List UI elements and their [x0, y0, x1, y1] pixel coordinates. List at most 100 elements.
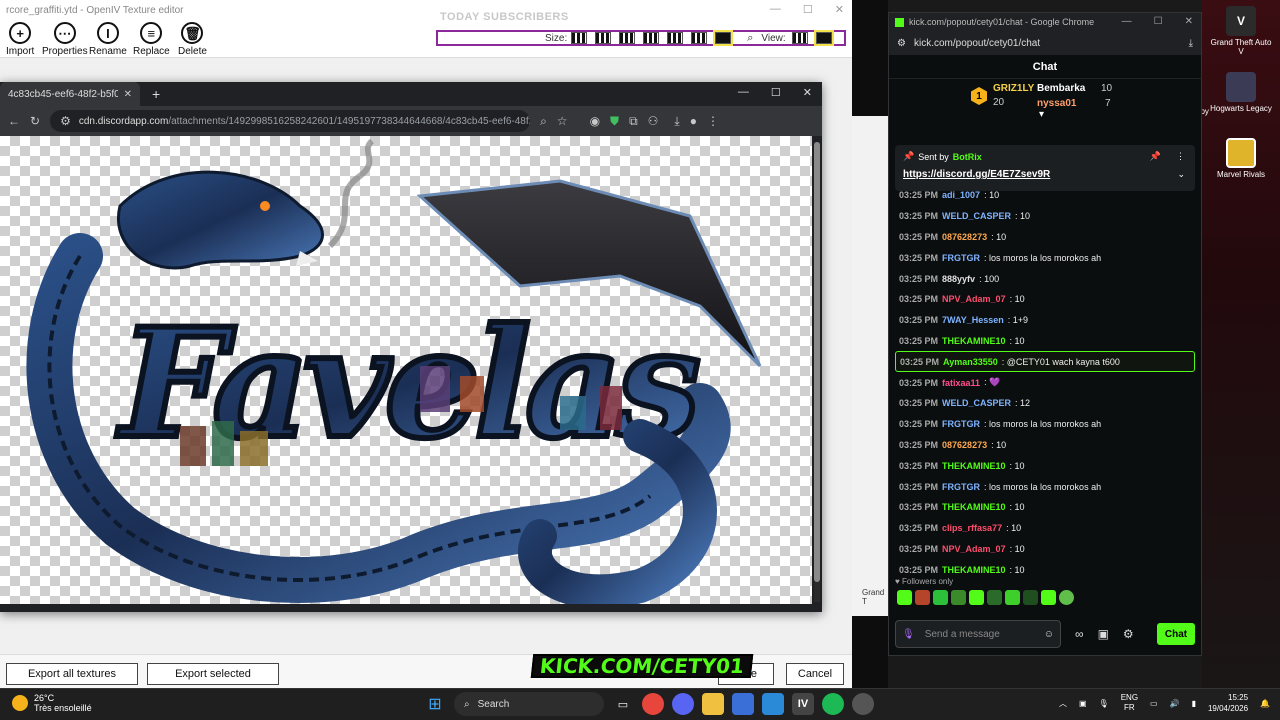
task-view-icon[interactable]: ▭ — [612, 693, 634, 715]
search-icon[interactable]: ⌕ — [747, 32, 753, 45]
extension-icon[interactable]: ◉ — [590, 114, 600, 128]
microphone-icon[interactable]: 🎙 — [902, 629, 915, 640]
volume-icon[interactable]: 🔊 — [1170, 699, 1180, 708]
expand-leaderboard-icon[interactable]: ▾ — [1039, 109, 1044, 120]
clock[interactable]: 15:25 19/04/2026 — [1208, 692, 1248, 714]
chevron-up-icon[interactable]: ︿ — [1059, 698, 1067, 709]
replace-button[interactable]: ≡ Replace — [133, 22, 170, 57]
battery-icon[interactable]: ▮ — [1192, 699, 1196, 708]
photos-icon[interactable] — [762, 693, 784, 715]
message-username[interactable]: 7WAY_Hessen — [942, 315, 1004, 325]
minimize-icon[interactable]: — — [1122, 16, 1132, 27]
pinned-menu-icon[interactable]: ⋮ — [1176, 151, 1185, 162]
properties-button[interactable]: ⋯ Properties — [42, 22, 88, 57]
bookmark-star-icon[interactable]: ☆ — [557, 114, 568, 128]
microphone-icon[interactable]: 🎙 — [1099, 699, 1109, 708]
chat-input[interactable]: 🎙 Send a message ☺ — [895, 620, 1061, 648]
desktop-icon-marvel-rivals[interactable]: Marvel Rivals — [1208, 138, 1274, 179]
menu-kebab-icon[interactable]: ⋮ — [707, 114, 719, 128]
discord-icon[interactable] — [672, 693, 694, 715]
size-option-6[interactable] — [691, 32, 708, 44]
pinned-discord-link[interactable]: https://discord.gg/E4E7Zsev9R — [903, 169, 1050, 180]
weather-widget[interactable]: 26°C Très ensoleillé — [12, 693, 92, 713]
maximize-icon[interactable]: ☐ — [803, 3, 813, 16]
scrollbar-thumb[interactable] — [814, 142, 820, 582]
emote-icon[interactable] — [933, 590, 948, 605]
emote-icon[interactable] — [897, 590, 912, 605]
emote-icon[interactable] — [915, 590, 930, 605]
size-option-4[interactable] — [643, 32, 660, 44]
message-username[interactable]: fatixaa11 — [942, 378, 980, 388]
minimize-icon[interactable]: — — [770, 3, 781, 16]
size-option-7[interactable] — [715, 32, 732, 44]
pin-toggle-icon[interactable]: 📌 — [1150, 151, 1161, 162]
settings-gear-icon[interactable]: ⚙ — [1123, 627, 1134, 641]
emote-icon[interactable] — [969, 590, 984, 605]
vscode-icon[interactable] — [732, 693, 754, 715]
delete-button[interactable]: 🗑 Delete — [178, 22, 207, 57]
app-icon[interactable] — [852, 693, 874, 715]
download-icon[interactable]: ⤓ — [674, 114, 679, 129]
message-username[interactable]: clips_rffasa77 — [942, 523, 1002, 533]
message-username[interactable]: Ayman33550 — [943, 357, 998, 367]
message-username[interactable]: adi_1007 — [942, 190, 980, 200]
new-tab-icon[interactable]: + — [152, 86, 160, 102]
size-option-3[interactable] — [619, 32, 636, 44]
site-info-icon[interactable]: ⚙ — [60, 114, 71, 128]
close-icon[interactable]: ✕ — [803, 86, 812, 99]
image-vertical-scrollbar[interactable] — [814, 142, 820, 602]
image-tab[interactable]: 4c83cb45-eef6-48f2-b5f0-794 ✕ — [0, 82, 140, 106]
message-username[interactable]: FRGTGR — [942, 419, 980, 429]
download-icon[interactable]: ⤓ — [1189, 38, 1193, 49]
emote-icon[interactable] — [1041, 590, 1056, 605]
close-tab-icon[interactable]: ✕ — [124, 89, 132, 100]
emote-icon[interactable] — [951, 590, 966, 605]
kick-url[interactable]: kick.com/popout/cety01/chat — [914, 38, 1181, 49]
cancel-button[interactable]: Cancel — [786, 663, 844, 685]
incognito-icon[interactable]: ⚇ — [648, 114, 659, 128]
size-option-5[interactable] — [667, 32, 684, 44]
profile-icon[interactable]: ● — [690, 114, 697, 128]
message-username[interactable]: THEKAMINE10 — [942, 461, 1006, 471]
export-selected-button[interactable]: Export selected — [147, 663, 279, 685]
spotify-icon[interactable] — [822, 693, 844, 715]
close-icon[interactable]: ✕ — [835, 3, 844, 16]
import-button[interactable]: + Import — [6, 22, 34, 57]
rename-button[interactable]: I Rename — [89, 22, 127, 57]
message-username[interactable]: THEKAMINE10 — [942, 502, 1006, 512]
chrome-icon[interactable] — [642, 693, 664, 715]
desktop-icon-gta-v[interactable]: V Grand Theft Auto V — [1208, 6, 1274, 56]
tray-app-icon[interactable]: ▣ — [1079, 699, 1087, 708]
message-username[interactable]: THEKAMINE10 — [942, 565, 1006, 575]
size-option-2[interactable] — [595, 32, 612, 44]
message-username[interactable]: 087628273 — [942, 440, 987, 450]
message-username[interactable]: FRGTGR — [942, 482, 980, 492]
reload-icon[interactable]: ↻ — [30, 114, 40, 128]
size-option-1[interactable] — [571, 32, 588, 44]
view-option-1[interactable] — [791, 32, 808, 44]
network-icon[interactable]: ▭ — [1150, 699, 1158, 708]
maximize-icon[interactable]: ☐ — [771, 86, 781, 99]
openiv-icon[interactable]: IV — [792, 693, 814, 715]
language-indicator[interactable]: ENG FR — [1121, 693, 1138, 713]
emote-icon[interactable] — [1059, 590, 1074, 605]
message-username[interactable]: THEKAMINE10 — [942, 336, 1006, 346]
maximize-icon[interactable]: ☐ — [1154, 16, 1163, 27]
taskbar-search[interactable]: ⌕ Search — [454, 692, 604, 716]
export-all-button[interactable]: Export all textures — [6, 663, 138, 685]
puzzle-extension-icon[interactable]: ⧉ — [629, 114, 638, 129]
message-username[interactable]: 888yyfv — [942, 274, 975, 284]
shield-extension-icon[interactable]: ⛊ — [610, 114, 619, 129]
message-username[interactable]: FRGTGR — [942, 253, 980, 263]
message-username[interactable]: WELD_CASPER — [942, 398, 1011, 408]
emoji-icon[interactable]: ☺ — [1044, 629, 1054, 640]
desktop-icon-hogwarts[interactable]: Hogwarts Legacy — [1208, 72, 1274, 113]
file-explorer-icon[interactable] — [702, 693, 724, 715]
emote-icon[interactable] — [1005, 590, 1020, 605]
message-username[interactable]: NPV_Adam_07 — [942, 544, 1006, 554]
message-username[interactable]: WELD_CASPER — [942, 211, 1011, 221]
emote-icon[interactable] — [987, 590, 1002, 605]
zoom-icon[interactable]: ⌕ — [540, 114, 547, 129]
view-option-2[interactable] — [815, 32, 832, 44]
gift-icon[interactable]: ▣ — [1098, 627, 1109, 641]
